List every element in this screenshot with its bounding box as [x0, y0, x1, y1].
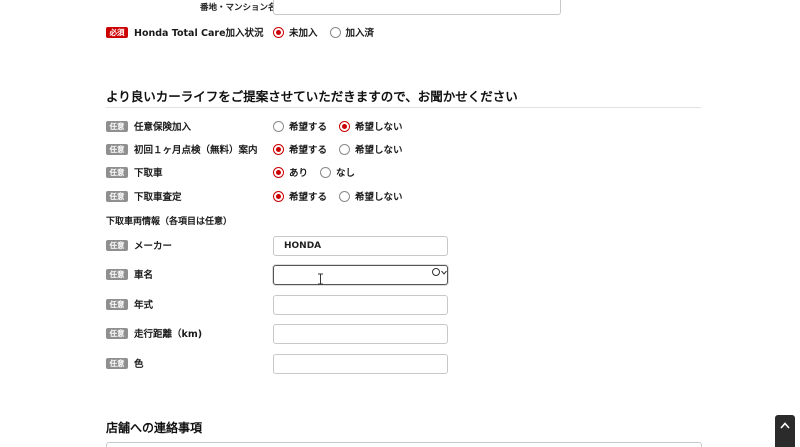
radio-selected-icon[interactable]	[273, 143, 284, 155]
radio-icon[interactable]	[320, 166, 332, 178]
optional-badge: 任意	[106, 143, 128, 155]
car-name-label: 車名	[134, 270, 154, 281]
tradein-label: 下取車	[134, 168, 163, 179]
option-label: 希望する	[289, 145, 328, 156]
radio-selected-icon[interactable]	[273, 26, 284, 38]
tradein-option-no[interactable]: なし	[320, 165, 355, 179]
radio-selected-icon[interactable]	[273, 190, 284, 202]
tradein-option-yes[interactable]: あり	[273, 165, 308, 179]
row-appraisal-label: 任意 下取車査定	[106, 189, 182, 203]
insurance-option-not-want[interactable]: 希望しない	[339, 119, 403, 133]
honda-care-option-unjoined[interactable]: 未加入	[273, 25, 318, 39]
row-inspection-label: 任意 初回１ヶ月点検（無料）案内	[106, 142, 258, 156]
appraisal-label: 下取車査定	[134, 192, 182, 203]
radio-icon[interactable]	[329, 26, 341, 38]
radio-icon[interactable]	[339, 190, 351, 202]
chevron-down-icon	[441, 270, 447, 275]
car-name-select[interactable]	[273, 265, 448, 285]
mileage-input[interactable]	[273, 324, 448, 344]
maker-label: メーカー	[134, 241, 173, 252]
inspection-option-not-want[interactable]: 希望しない	[339, 142, 403, 156]
tradein-details-heading: 下取車両情報（各項目は任意）	[106, 217, 233, 227]
option-label: あり	[289, 168, 309, 179]
chevron-up-icon	[780, 422, 790, 429]
insurance-label: 任意保険加入	[134, 122, 192, 133]
row-insurance-label: 任意 任意保険加入	[106, 119, 191, 133]
option-label: 希望しない	[355, 145, 403, 156]
year-input[interactable]	[273, 295, 448, 315]
tradein-radio-group: あり なし	[273, 165, 367, 179]
year-label: 年式	[134, 300, 154, 311]
insurance-option-want[interactable]: 希望する	[273, 119, 327, 133]
optional-badge: 任意	[106, 190, 128, 202]
optional-badge: 任意	[106, 166, 128, 178]
honda-care-label-group: 必須 Honda Total Care加入状況	[106, 25, 264, 39]
color-input[interactable]	[273, 354, 448, 374]
mileage-label-group: 任意 走行距離（km)	[106, 326, 202, 340]
maker-input[interactable]: HONDA	[273, 236, 448, 256]
required-badge: 必須	[106, 26, 128, 38]
appraisal-option-want[interactable]: 希望する	[273, 189, 327, 203]
address-label: 番地・マンション名	[200, 3, 277, 13]
honda-care-radio-group: 未加入 加入済	[273, 25, 386, 39]
scroll-top-button[interactable]	[775, 415, 795, 447]
radio-selected-icon[interactable]	[273, 166, 284, 178]
honda-care-label: Honda Total Care加入状況	[134, 28, 264, 39]
maker-label-group: 任意 メーカー	[106, 238, 172, 252]
optional-badge: 任意	[106, 239, 128, 251]
optional-badge: 任意	[106, 268, 128, 280]
info-icon	[432, 268, 440, 276]
option-label: なし	[336, 168, 356, 179]
contact-textarea[interactable]	[106, 442, 702, 447]
insurance-radio-group: 希望する 希望しない	[273, 119, 415, 133]
honda-care-option-joined[interactable]: 加入済	[329, 25, 375, 39]
select-indicator[interactable]	[432, 268, 447, 276]
radio-icon[interactable]	[273, 120, 284, 132]
car-name-label-group: 任意 車名	[106, 267, 153, 281]
optional-badge: 任意	[106, 357, 128, 369]
color-label: 色	[134, 359, 144, 370]
appraisal-radio-group: 希望する 希望しない	[273, 189, 415, 203]
option-label: 加入済	[345, 28, 375, 39]
section-divider	[106, 107, 701, 108]
section-title: より良いカーライフをご提案させていただきますので、お聞かせください	[106, 89, 518, 104]
option-label: 希望しない	[355, 122, 403, 133]
radio-selected-icon[interactable]	[339, 120, 351, 132]
radio-icon[interactable]	[339, 143, 351, 155]
mileage-label: 走行距離（km)	[134, 329, 203, 340]
row-tradein-label: 任意 下取車	[106, 165, 163, 179]
optional-badge: 任意	[106, 120, 128, 132]
inspection-option-want[interactable]: 希望する	[273, 142, 327, 156]
contact-title: 店舗への連絡事項	[106, 421, 203, 435]
address-input[interactable]	[273, 0, 561, 15]
text-cursor-icon	[318, 273, 323, 285]
inspection-radio-group: 希望する 希望しない	[273, 142, 415, 156]
optional-badge: 任意	[106, 327, 128, 339]
option-label: 希望する	[289, 192, 328, 203]
color-label-group: 任意 色	[106, 356, 144, 370]
option-label: 未加入	[289, 28, 318, 39]
appraisal-option-not-want[interactable]: 希望しない	[339, 189, 403, 203]
optional-badge: 任意	[106, 298, 128, 310]
year-label-group: 任意 年式	[106, 297, 153, 311]
option-label: 希望しない	[355, 192, 403, 203]
inspection-label: 初回１ヶ月点検（無料）案内	[134, 145, 258, 156]
option-label: 希望する	[289, 122, 328, 133]
